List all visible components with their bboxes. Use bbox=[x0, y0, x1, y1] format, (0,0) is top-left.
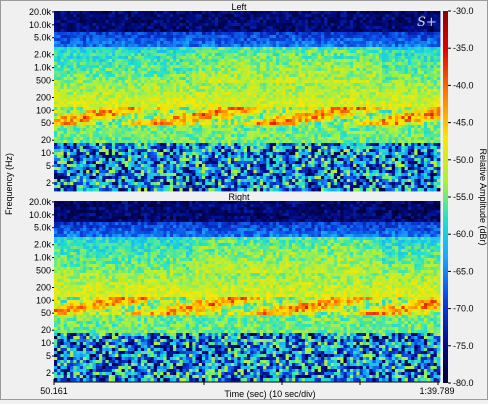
y-axis-ticks-right: 20.0k 10.0k 5.0k 2.0k 1.0k 500 200 100 50 20 10 5 2 bbox=[29, 197, 54, 378]
spectrogram-panel-left bbox=[54, 11, 440, 191]
colorbar-tick-label: -70.0 bbox=[453, 304, 474, 314]
y-axis-label: Frequency (Hz) bbox=[4, 153, 14, 215]
colorbar-tick-label: -60.0 bbox=[453, 229, 474, 239]
y-tick-label: 10 bbox=[41, 148, 51, 158]
chart-window: Left Right S+ 20.0k10.0k5.0k2.0k1.0k5002… bbox=[0, 0, 488, 400]
x-axis-label: Time (sec) (10 sec/div) bbox=[224, 389, 315, 399]
colorbar-tick-label: -80.0 bbox=[453, 378, 474, 388]
colorbar-label: Relative Amplitude (dBr) bbox=[478, 148, 487, 245]
panel-title-right: Right bbox=[228, 192, 250, 202]
colorbar-tick-label: -35.0 bbox=[453, 43, 474, 53]
spectrogram-chart: Left Right S+ 20.0k10.0k5.0k2.0k1.0k5002… bbox=[1, 1, 487, 399]
x-end-label: 1:39.789 bbox=[419, 386, 454, 396]
y-tick-label: 100 bbox=[36, 295, 51, 305]
y-tick-label: 10.0k bbox=[29, 20, 52, 30]
y-tick-label: 20.0k bbox=[29, 197, 52, 207]
y-tick-label: 200 bbox=[36, 93, 51, 103]
colorbar-tick-label: -50.0 bbox=[453, 155, 474, 165]
y-tick-label: 2.0k bbox=[34, 240, 52, 250]
colorbar bbox=[443, 11, 448, 383]
y-axis-ticks-left: 20.0k 10.0k 5.0k 2.0k 1.0k 500 200 100 50 20 10 5 2 bbox=[29, 7, 54, 188]
colorbar-tick-label: -45.0 bbox=[453, 118, 474, 128]
y-tick-label: 500 bbox=[36, 75, 51, 85]
watermark-logo: S+ bbox=[417, 15, 437, 30]
y-tick-label: 5 bbox=[46, 351, 51, 361]
y-tick-label: 50 bbox=[41, 308, 51, 318]
colorbar-tick-label: -75.0 bbox=[453, 341, 474, 351]
y-tick-label: 1.0k bbox=[34, 63, 52, 73]
y-tick-label: 5 bbox=[46, 161, 51, 171]
y-tick-label: 10 bbox=[41, 338, 51, 348]
y-tick-label: 20 bbox=[41, 135, 51, 145]
spectrogram-panel-right bbox=[54, 201, 440, 381]
y-tick-label: 50 bbox=[41, 118, 51, 128]
y-tick-label: 2.0k bbox=[34, 50, 52, 60]
colorbar-tick-label: -40.0 bbox=[453, 80, 474, 90]
y-tick-label: 5.0k bbox=[34, 33, 52, 43]
colorbar-tick-label: -65.0 bbox=[453, 266, 474, 276]
colorbar-tick-label: -30.0 bbox=[453, 6, 474, 16]
y-tick-label: 10.0k bbox=[29, 210, 52, 220]
y-tick-label: 1.0k bbox=[34, 253, 52, 263]
y-tick-label: 2 bbox=[46, 368, 51, 378]
x-start-label: 50.161 bbox=[40, 386, 68, 396]
y-tick-label: 20.0k bbox=[29, 7, 52, 17]
y-tick-label: 100 bbox=[36, 105, 51, 115]
y-tick-label: 20 bbox=[41, 325, 51, 335]
panel-title-left: Left bbox=[231, 2, 247, 12]
colorbar-ticks: -30.0 -35.0 -40.0 -45.0 -50.0 -55.0 -60.0 -65.0… bbox=[448, 6, 474, 388]
colorbar-tick-label: -55.0 bbox=[453, 192, 474, 202]
y-tick-label: 2 bbox=[46, 178, 51, 188]
y-tick-label: 500 bbox=[36, 265, 51, 275]
y-tick-label: 5.0k bbox=[34, 223, 52, 233]
y-tick-label: 200 bbox=[36, 283, 51, 293]
